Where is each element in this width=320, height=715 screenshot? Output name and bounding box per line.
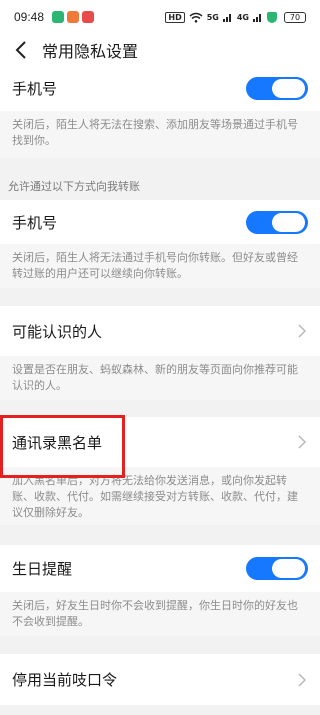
transfer-section-hint: 允许通过以下方式向我转账 bbox=[8, 180, 140, 193]
phone-search-label: 手机号 bbox=[12, 80, 58, 98]
disable-code-label: 停用当前吱口令 bbox=[12, 671, 118, 689]
birthday-reminder-toggle[interactable] bbox=[246, 557, 308, 580]
birthday-reminder-row: 生日提醒 bbox=[0, 545, 320, 592]
shield-icon bbox=[267, 11, 277, 23]
phone-transfer-description: 关闭后，陌生人将无法通过手机号向你转账。但好友或曾经转过账的用户还可以继续向你转… bbox=[0, 244, 320, 288]
chevron-right-icon bbox=[296, 434, 308, 450]
app-notification-icon-3 bbox=[82, 11, 95, 23]
highlight-box bbox=[0, 415, 125, 478]
navigation-bar: 常用隐私设置 bbox=[0, 34, 320, 66]
people-you-may-know-description: 设置是否在朋友、蚂蚁森林、新的朋友等页面向你推荐可能认识的人。 bbox=[0, 356, 320, 400]
birthday-reminder-description: 关闭后，好友生日时你不会收到提醒，你生日时你的好友也不会收到提醒。 bbox=[0, 592, 320, 636]
chevron-right-icon bbox=[296, 323, 308, 339]
phone-search-toggle[interactable] bbox=[246, 77, 308, 100]
signal-5g-icon: 5G bbox=[206, 12, 219, 22]
status-bar: 09:48 HD 5G 4G 70 bbox=[0, 0, 320, 34]
wifi-icon bbox=[189, 12, 203, 23]
app-notification-icon bbox=[52, 11, 65, 23]
app-notification-icon-2 bbox=[67, 11, 80, 23]
birthday-reminder-label: 生日提醒 bbox=[12, 560, 73, 578]
phone-transfer-label: 手机号 bbox=[12, 213, 58, 232]
phone-search-row: 手机号 bbox=[0, 66, 320, 111]
signal-4g-icon: 4G bbox=[236, 12, 249, 22]
back-button[interactable] bbox=[6, 34, 36, 66]
chevron-right-icon bbox=[296, 672, 308, 688]
disable-code-row[interactable]: 停用当前吱口令 bbox=[0, 654, 320, 705]
toggle-knob bbox=[272, 212, 305, 232]
phone-search-description: 关闭后，陌生人将无法在搜索、添加朋友等场景通过手机号找到你。 bbox=[0, 111, 320, 158]
status-time: 09:48 bbox=[14, 10, 45, 24]
signal-bars-icon bbox=[222, 14, 231, 22]
battery-icon: 70 bbox=[284, 11, 306, 23]
toggle-knob bbox=[272, 559, 305, 578]
toggle-knob bbox=[272, 79, 305, 98]
status-right: HD 5G 4G 70 bbox=[165, 11, 306, 23]
people-you-may-know-row[interactable]: 可能认识的人 bbox=[0, 306, 320, 356]
signal-bars-icon-2 bbox=[253, 14, 261, 22]
people-you-may-know-label: 可能认识的人 bbox=[12, 322, 103, 341]
phone-transfer-toggle[interactable] bbox=[246, 210, 308, 234]
page-title: 常用隐私设置 bbox=[42, 42, 139, 61]
chevron-left-icon bbox=[15, 41, 26, 59]
phone-transfer-row: 手机号 bbox=[0, 200, 320, 244]
hd-icon: HD bbox=[165, 11, 185, 23]
